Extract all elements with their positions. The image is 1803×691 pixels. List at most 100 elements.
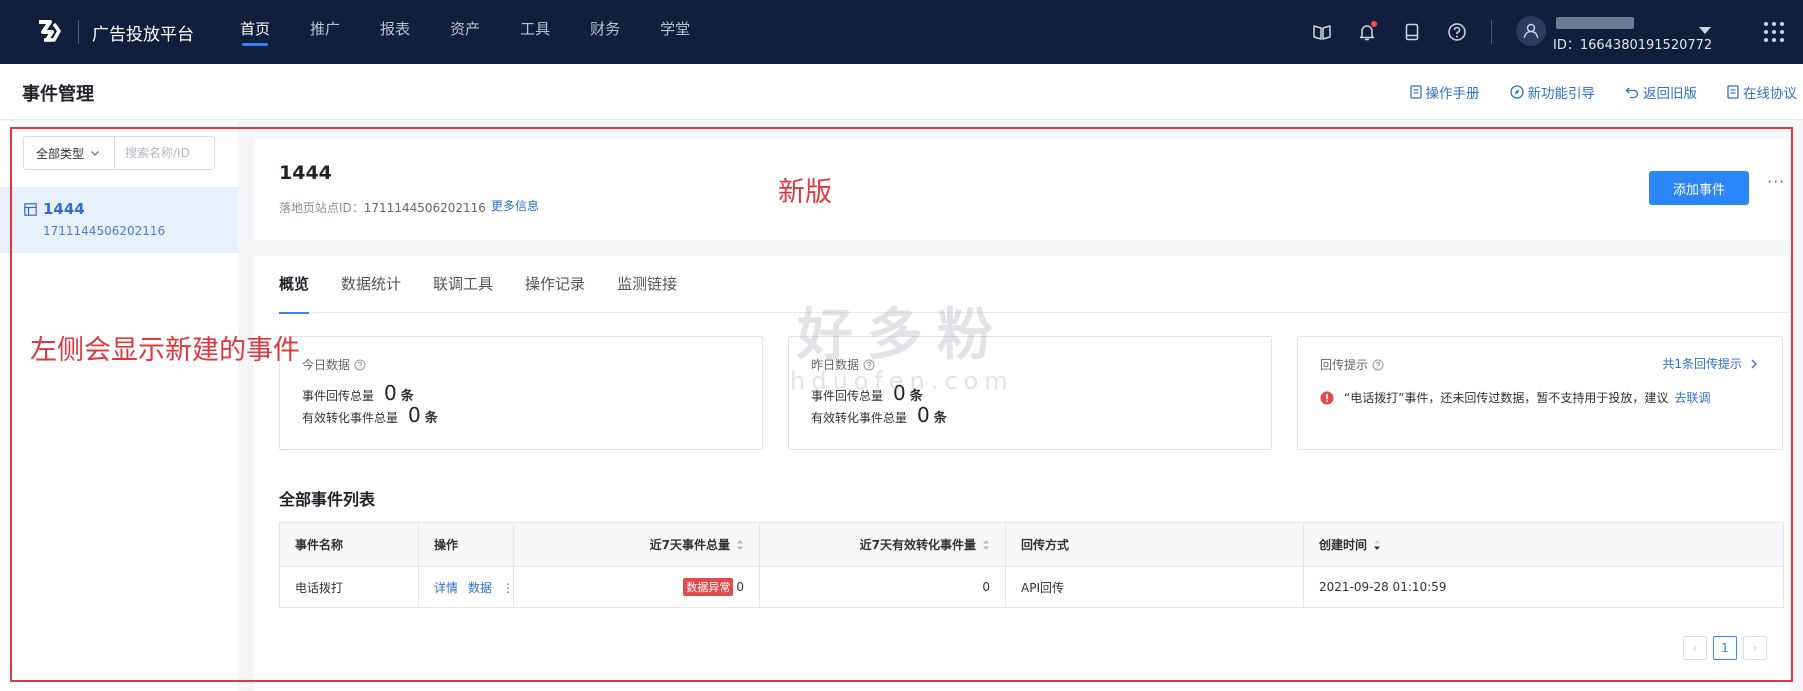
question-icon[interactable] [863, 359, 875, 371]
nav-item-promotion[interactable]: 推广 [310, 0, 340, 64]
question-icon[interactable] [1372, 359, 1384, 371]
col-callback-method: 回传方式 [1005, 522, 1304, 567]
nav-item-assets[interactable]: 资产 [450, 0, 480, 64]
event-table: 事件名称 操作 近7天事件总量 近7天有效转化事件量 回传方式 创建时间 电话拨… [279, 522, 1784, 608]
sort-icon[interactable] [736, 539, 744, 551]
prev-page-button[interactable]: ‹ [1683, 636, 1707, 660]
logo-divider [78, 20, 79, 44]
site-id-value: 1711144506202116 [363, 201, 486, 215]
today-total-value: 0 [384, 381, 397, 405]
add-event-button[interactable]: 添加事件 [1649, 171, 1749, 205]
event-detail-card: 概览 数据统计 联调工具 操作记录 监测链接 今日数据 事件回传总量 0 条 有… [254, 256, 1790, 691]
col-created-time[interactable]: 创建时间 [1303, 522, 1784, 567]
agreement-link[interactable]: 在线协议 [1727, 82, 1797, 102]
yesterday-valid-row: 有效转化事件总量 0 条 [811, 403, 947, 427]
yesterday-total-row: 事件回传总量 0 条 [811, 381, 923, 405]
yesterday-stats-box: 昨日数据 事件回传总量 0 条 有效转化事件总量 0 条 [788, 336, 1272, 450]
undo-icon [1625, 87, 1639, 99]
yesterday-valid-label: 有效转化事件总量 [811, 411, 908, 425]
chevron-right-icon [1751, 359, 1757, 368]
user-name-redacted [1556, 17, 1634, 29]
today-stats-title-text: 今日数据 [302, 358, 351, 372]
main-nav: 首页 推广 报表 资产 工具 财务 学堂 [240, 0, 730, 64]
today-valid-row: 有效转化事件总量 0 条 [302, 403, 438, 427]
col-valid7[interactable]: 近7天有效转化事件量 [759, 522, 1006, 567]
manual-link-label: 操作手册 [1425, 86, 1480, 102]
today-total-label: 事件回传总量 [302, 389, 375, 403]
feature-guide-link[interactable]: 新功能引导 [1509, 82, 1595, 102]
row-more-icon[interactable]: ⋮ [502, 581, 514, 595]
event-list-title: 全部事件列表 [279, 490, 376, 509]
book-icon[interactable] [1308, 18, 1336, 46]
col-event-name: 事件名称 [279, 522, 419, 567]
callback-hint-count-text: 共1条回传提示 [1662, 357, 1742, 371]
nav-item-academy[interactable]: 学堂 [660, 0, 690, 64]
today-valid-label: 有效转化事件总量 [302, 411, 399, 425]
sort-icon[interactable] [982, 539, 990, 551]
col-operation: 操作 [418, 522, 514, 567]
today-stats-box: 今日数据 事件回传总量 0 条 有效转化事件总量 0 条 [279, 336, 763, 450]
row-operations: 详情 数据 ⋮ [418, 566, 514, 608]
compass-icon [1509, 85, 1524, 99]
avatar[interactable] [1516, 16, 1546, 46]
tab-statistics[interactable]: 数据统计 [341, 256, 401, 313]
yesterday-total-label: 事件回传总量 [811, 389, 884, 403]
sidebar-filter: 全部类型 [23, 136, 215, 170]
logo-icon[interactable] [30, 14, 64, 48]
yesterday-total-value: 0 [893, 381, 906, 405]
page-title: 事件管理 [22, 84, 94, 105]
data-link[interactable]: 数据 [468, 581, 492, 595]
callback-hint-text: “电话拨打”事件，还未回传过数据，暂不支持用于投放，建议 [1344, 391, 1669, 405]
site-id-label: 落地页站点ID：1711144506202116 [279, 199, 486, 216]
tab-overview[interactable]: 概览 [279, 256, 310, 314]
help-icon[interactable] [1443, 18, 1471, 46]
sort-desc-icon[interactable] [1373, 539, 1381, 551]
notification-dot [1371, 21, 1377, 27]
nav-item-tools[interactable]: 工具 [520, 0, 550, 64]
nav-item-home[interactable]: 首页 [240, 0, 270, 64]
col-total7[interactable]: 近7天事件总量 [513, 522, 760, 567]
tab-debug-tools[interactable]: 联调工具 [433, 256, 493, 313]
col-created-time-label: 创建时间 [1319, 538, 1368, 552]
user-icon [1523, 23, 1539, 39]
pagination: ‹ 1 › [1677, 636, 1767, 660]
manual-link[interactable]: 操作手册 [1409, 82, 1480, 102]
data-abnormal-badge: 数据异常 [683, 578, 734, 596]
page-1-button[interactable]: 1 [1713, 636, 1737, 660]
detail-link[interactable]: 详情 [434, 581, 458, 595]
event-search-input[interactable] [115, 137, 214, 169]
next-page-button[interactable]: › [1743, 636, 1767, 660]
table-row: 电话拨打 详情 数据 ⋮ 数据异常 0 0 API回传 2021-09-28 01:1… [279, 566, 1784, 608]
event-type-select[interactable]: 全部类型 [24, 137, 115, 169]
chevron-down-icon [91, 151, 99, 156]
more-info-link[interactable]: 更多信息 [491, 197, 539, 214]
row-event-name: 电话拨打 [279, 566, 419, 608]
sidebar-event-id: 1711144506202116 [43, 224, 166, 238]
tablet-icon[interactable] [1398, 18, 1426, 46]
event-sidebar: 全部类型 1444 1711144506202116 [0, 121, 238, 691]
table-header-row: 事件名称 操作 近7天事件总量 近7天有效转化事件量 回传方式 创建时间 [279, 522, 1784, 567]
apps-grid-icon[interactable] [1760, 18, 1788, 46]
caret-down-icon[interactable] [1697, 22, 1713, 38]
col-valid7-label: 近7天有效转化事件量 [859, 538, 976, 552]
bell-icon[interactable] [1353, 18, 1381, 46]
nav-item-finance[interactable]: 财务 [590, 0, 620, 64]
nav-item-reports[interactable]: 报表 [380, 0, 410, 64]
yesterday-valid-value: 0 [917, 403, 930, 427]
today-total-row: 事件回传总量 0 条 [302, 381, 414, 405]
page-header: 事件管理 操作手册 新功能引导 返回旧版 在线协议 [0, 64, 1803, 120]
today-valid-value: 0 [408, 403, 421, 427]
go-debug-link[interactable]: 去联调 [1674, 389, 1710, 406]
question-icon[interactable] [354, 359, 366, 371]
tab-operation-log[interactable]: 操作记录 [525, 256, 585, 313]
tab-monitor-links[interactable]: 监测链接 [617, 256, 677, 313]
agreement-label: 在线协议 [1743, 86, 1797, 102]
more-actions-button[interactable]: ··· [1767, 172, 1785, 191]
yesterday-total-unit: 条 [909, 389, 923, 404]
sidebar-event-item[interactable]: 1444 1711144506202116 [0, 187, 238, 253]
row-valid7: 0 [759, 566, 1006, 608]
yesterday-stats-title-text: 昨日数据 [811, 358, 860, 372]
callback-hint-title-text: 回传提示 [1320, 358, 1369, 372]
old-version-link[interactable]: 返回旧版 [1625, 82, 1697, 102]
callback-hint-count-link[interactable]: 共1条回传提示 [1662, 355, 1758, 372]
